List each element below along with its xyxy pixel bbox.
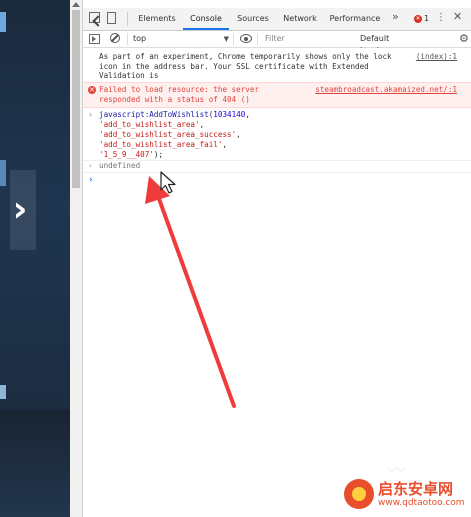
- command-arg: '1_5_9__407': [99, 150, 154, 159]
- watermark-logo-icon: [344, 479, 374, 509]
- command-arg: 'add_to_wishlist_area_success': [99, 130, 237, 139]
- console-info-message: As part of an experiment, Chrome tempora…: [83, 50, 471, 90]
- carousel-next-arrow-icon[interactable]: ›: [8, 188, 32, 232]
- watermark-title: 启东安卓网: [378, 480, 454, 498]
- command-line: 'add_to_wishlist_area',: [99, 120, 205, 129]
- context-value: top: [133, 34, 147, 43]
- filter-input[interactable]: [263, 32, 355, 45]
- result-prompt-icon: ‹: [88, 161, 93, 170]
- console-result: ‹ undefined: [83, 160, 471, 173]
- toolbar-divider: [257, 33, 258, 45]
- console-prompt[interactable]: ›: [83, 174, 471, 188]
- tab-sources[interactable]: Sources: [233, 8, 273, 30]
- command-arg: 'add_to_wishlist_area': [99, 120, 200, 129]
- live-expression-eye-icon[interactable]: [240, 34, 252, 43]
- page-edge-highlight: [0, 12, 6, 32]
- console-input[interactable]: [99, 175, 463, 188]
- console-sidebar-toggle-icon[interactable]: [89, 34, 100, 44]
- kebab-menu-icon[interactable]: ⋮: [436, 12, 448, 24]
- page-scrollbar[interactable]: [70, 0, 83, 517]
- command-line: '1_5_9__407');: [99, 150, 163, 160]
- context-select[interactable]: top ▼: [133, 33, 229, 45]
- chevron-down-icon: ▼: [223, 35, 229, 43]
- command-arg: 'add_to_wishlist_area_fail': [99, 140, 223, 149]
- gear-icon[interactable]: ⚙: [459, 32, 469, 45]
- command-close: );: [153, 150, 164, 159]
- page-image-area: [0, 410, 70, 517]
- log-levels-select[interactable]: Default levels▼: [360, 33, 420, 55]
- console-error-message: ✕ Failed to load resource: the server re…: [83, 82, 471, 108]
- error-count-value: 1: [424, 14, 430, 23]
- close-icon[interactable]: ✕: [453, 11, 465, 23]
- info-message-source-link[interactable]: (index):1: [416, 52, 457, 62]
- tab-performance[interactable]: Performance: [327, 8, 383, 30]
- scroll-up-icon[interactable]: [72, 2, 80, 7]
- faint-watermark-icon: ◡◡: [388, 462, 406, 473]
- inspect-element-icon[interactable]: [89, 12, 100, 23]
- result-value: undefined: [99, 161, 141, 170]
- devtools-tabbar: Elements Console Sources Network Perform…: [83, 8, 471, 31]
- error-icon: ✕: [88, 86, 96, 94]
- command-line: javascript:AddToWishlist(1034140,: [99, 110, 250, 119]
- scrollbar-thumb[interactable]: [72, 10, 80, 188]
- tab-elements[interactable]: Elements: [135, 8, 179, 30]
- console-filterbar: top ▼ Default levels▼ ⚙: [83, 31, 471, 55]
- error-source-link[interactable]: steambroadcast.akamaized.net/:1: [315, 85, 457, 95]
- page-edge-highlight: [0, 385, 6, 399]
- device-toolbar-icon[interactable]: [107, 12, 116, 24]
- toolbar-divider: [127, 12, 128, 26]
- console-output[interactable]: As part of an experiment, Chrome tempora…: [83, 48, 471, 517]
- mouse-cursor-icon: [160, 171, 176, 194]
- tab-console[interactable]: Console: [183, 8, 229, 30]
- page-edge-highlight: [0, 160, 6, 186]
- input-prompt-icon: ›: [88, 110, 93, 119]
- prompt-caret-icon: ›: [88, 175, 94, 185]
- devtools-panel: Elements Console Sources Network Perform…: [83, 0, 471, 517]
- toolbar-divider: [127, 33, 128, 45]
- error-message-text: Failed to load resource: the server resp…: [99, 85, 260, 104]
- tab-network[interactable]: Network: [279, 8, 321, 30]
- command-function: javascript:AddToWishlist(: [99, 110, 214, 119]
- command-line: 'add_to_wishlist_area_fail',: [99, 140, 228, 149]
- command-line: 'add_to_wishlist_area_success',: [99, 130, 241, 139]
- console-command-entry: › javascript:AddToWishlist(1034140, 'add…: [83, 108, 471, 161]
- clear-console-icon[interactable]: [110, 33, 120, 43]
- command-number: 1034140: [213, 110, 246, 119]
- toolbar-divider: [233, 33, 234, 45]
- error-badge-icon: ✕: [414, 14, 422, 23]
- watermark-url: www.qdtaotoo.com: [378, 498, 465, 508]
- site-watermark: 启东安卓网 www.qdtaotoo.com: [344, 476, 468, 514]
- page-background: ›: [0, 0, 70, 517]
- error-counter[interactable]: ✕ 1: [414, 13, 429, 25]
- more-tabs-icon[interactable]: »: [392, 11, 404, 23]
